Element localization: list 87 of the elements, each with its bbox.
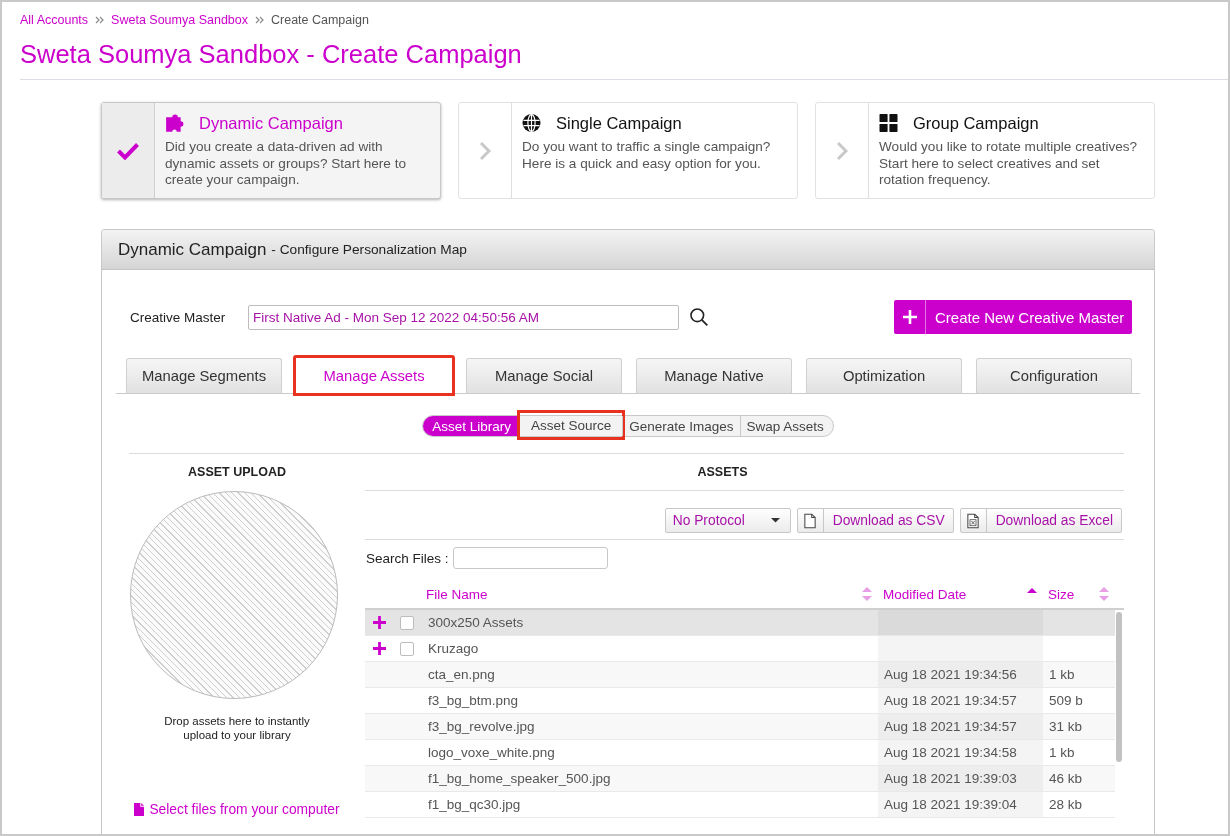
panel-subtitle: - Configure Personalization Map — [271, 242, 467, 257]
double-chevron-icon — [95, 16, 105, 24]
chevron-right-icon — [836, 140, 848, 161]
asset-upload-heading: ASSET UPLOAD — [188, 465, 286, 479]
table-cell: 1 kb — [1049, 745, 1075, 760]
drop-hint: Drop assets here to instantly upload to your library — [163, 714, 311, 742]
file-icon — [134, 803, 145, 816]
search-icon[interactable] — [690, 308, 708, 326]
plus-icon[interactable] — [372, 616, 386, 629]
table-cell: logo_voxe_white.png — [428, 745, 555, 760]
table-cell: 300x250 Assets — [428, 615, 524, 630]
breadcrumb-link[interactable]: All Accounts — [20, 13, 89, 27]
creative-master-label: Creative Master — [130, 309, 227, 325]
plus-icon[interactable] — [372, 642, 386, 655]
table-cell: cta_en.png — [428, 667, 495, 682]
table-cell: Aug 18 2021 19:34:56 — [884, 667, 1017, 682]
checkbox[interactable] — [400, 641, 414, 656]
tab[interactable]: Manage Native — [636, 358, 792, 393]
table-cell: 31 kb — [1049, 719, 1083, 734]
tab[interactable]: Manage Segments — [126, 358, 282, 393]
globe-icon — [522, 114, 541, 132]
breadcrumb-link[interactable]: Sweta Soumya Sandbox — [111, 13, 248, 27]
table-cell: 1 kb — [1049, 667, 1075, 682]
table-cell: Aug 18 2021 19:39:03 — [884, 771, 1017, 786]
card-description: Do you want to traffic a single campaign? Here is a quick and easy option for you. — [522, 139, 772, 172]
tab[interactable]: Optimization — [806, 358, 962, 393]
download-button[interactable]: Download as Excel — [959, 508, 1122, 533]
puzzle-icon — [165, 114, 184, 132]
column-header[interactable]: Modified Date — [878, 580, 1043, 608]
creative-master-field[interactable]: First Native Ad - Mon Sep 12 2022 04:50:56 AM — [248, 304, 679, 330]
column-header[interactable]: Size — [1043, 580, 1115, 608]
campaign-card[interactable]: Single Campaign Do you want to traffic a single campaign? Here is a quick and easy option for you. — [458, 102, 798, 199]
subtab[interactable]: Swap Assets — [739, 416, 833, 436]
campaign-card[interactable]: Group Campaign Would you like to rotate multiple creatives? Start here to select creatives and set rotation frequency. — [815, 102, 1155, 199]
subtab[interactable]: Generate Images — [622, 416, 740, 436]
table-cell: 28 kb — [1049, 797, 1083, 812]
table-row[interactable]: 300x250 Assets — [365, 610, 1115, 636]
caret-icon — [770, 518, 780, 523]
select-files-link[interactable]: Select files from your computer — [134, 802, 340, 817]
breadcrumb-current: Create Campaign — [271, 13, 369, 27]
subtab[interactable]: Asset Library — [423, 416, 517, 436]
scrollbar-thumb[interactable] — [1116, 612, 1122, 762]
tab[interactable]: Manage Assets — [293, 355, 455, 396]
table-cell: f1_bg_home_speaker_500.jpg — [428, 771, 611, 786]
table-cell: Kruzago — [428, 641, 479, 656]
table-row[interactable]: logo_voxe_white.png Aug 18 2021 19:34:58 1 kb — [365, 740, 1115, 766]
plus-icon — [902, 310, 917, 324]
table-cell: f1_bg_qc30.jpg — [428, 797, 521, 812]
panel-title: Dynamic Campaign — [118, 239, 267, 260]
table-row[interactable]: f1_bg_qc30.jpg Aug 18 2021 19:39:04 28 kb — [365, 792, 1115, 818]
table-row[interactable]: Kruzago — [365, 636, 1115, 662]
table-cell: Aug 18 2021 19:39:04 — [884, 797, 1017, 812]
document-icon — [804, 512, 817, 529]
table-row[interactable]: f3_bg_btm.png Aug 18 2021 19:34:57 509 b — [365, 688, 1115, 714]
checkbox[interactable] — [400, 615, 414, 630]
column-header[interactable]: File Name — [421, 580, 878, 608]
check-icon — [116, 141, 140, 160]
create-creative-master-button[interactable]: Create New Creative Master — [894, 300, 1132, 334]
card-description: Did you create a data-driven ad with dynamic assets or groups? Start here to create your campaign. — [165, 139, 408, 189]
table-row[interactable]: f3_bg_revolve.jpg Aug 18 2021 19:34:57 31 kb — [365, 714, 1115, 740]
table-cell: Aug 18 2021 19:34:57 — [884, 719, 1017, 734]
card-title: Group Campaign — [913, 113, 1039, 133]
chevron-right-icon — [479, 140, 491, 161]
table-cell: Aug 18 2021 19:34:57 — [884, 693, 1017, 708]
table-row[interactable]: f1_bg_home_speaker_500.jpg Aug 18 2021 19:39:03 46 kb — [365, 766, 1115, 792]
assets-heading: ASSETS — [697, 465, 748, 479]
table-cell: f3_bg_revolve.jpg — [428, 719, 535, 734]
protocol-dropdown[interactable]: No Protocol — [664, 508, 791, 533]
search-files-label: Search Files : — [366, 550, 449, 566]
card-description: Would you like to rotate multiple creatives? Start here to select creatives and set rotation frequency. — [879, 139, 1139, 189]
download-button[interactable]: Download as CSV — [796, 508, 954, 533]
search-field[interactable] — [452, 547, 608, 569]
table-cell: Aug 18 2021 19:34:58 — [884, 745, 1017, 760]
card-title: Dynamic Campaign — [199, 113, 343, 133]
campaign-card[interactable]: Dynamic Campaign Did you create a data-driven ad with dynamic assets or groups? Start here to create your campaign. — [101, 102, 441, 199]
table-cell: 46 kb — [1049, 771, 1083, 786]
double-chevron-icon — [255, 16, 264, 24]
tab[interactable]: Configuration — [976, 358, 1132, 393]
table-cell: f3_bg_btm.png — [428, 693, 519, 708]
tab[interactable]: Manage Social — [466, 358, 622, 393]
subtab[interactable]: Asset Source — [516, 410, 626, 440]
card-title: Single Campaign — [556, 113, 682, 133]
grid-icon — [879, 114, 898, 132]
table-cell: 509 b — [1049, 693, 1083, 708]
page-title: Sweta Soumya Sandbox - Create Campaign — [20, 39, 1228, 80]
table-row[interactable]: cta_en.png Aug 18 2021 19:34:56 1 kb — [365, 662, 1115, 688]
spreadsheet-file-icon — [967, 512, 980, 529]
